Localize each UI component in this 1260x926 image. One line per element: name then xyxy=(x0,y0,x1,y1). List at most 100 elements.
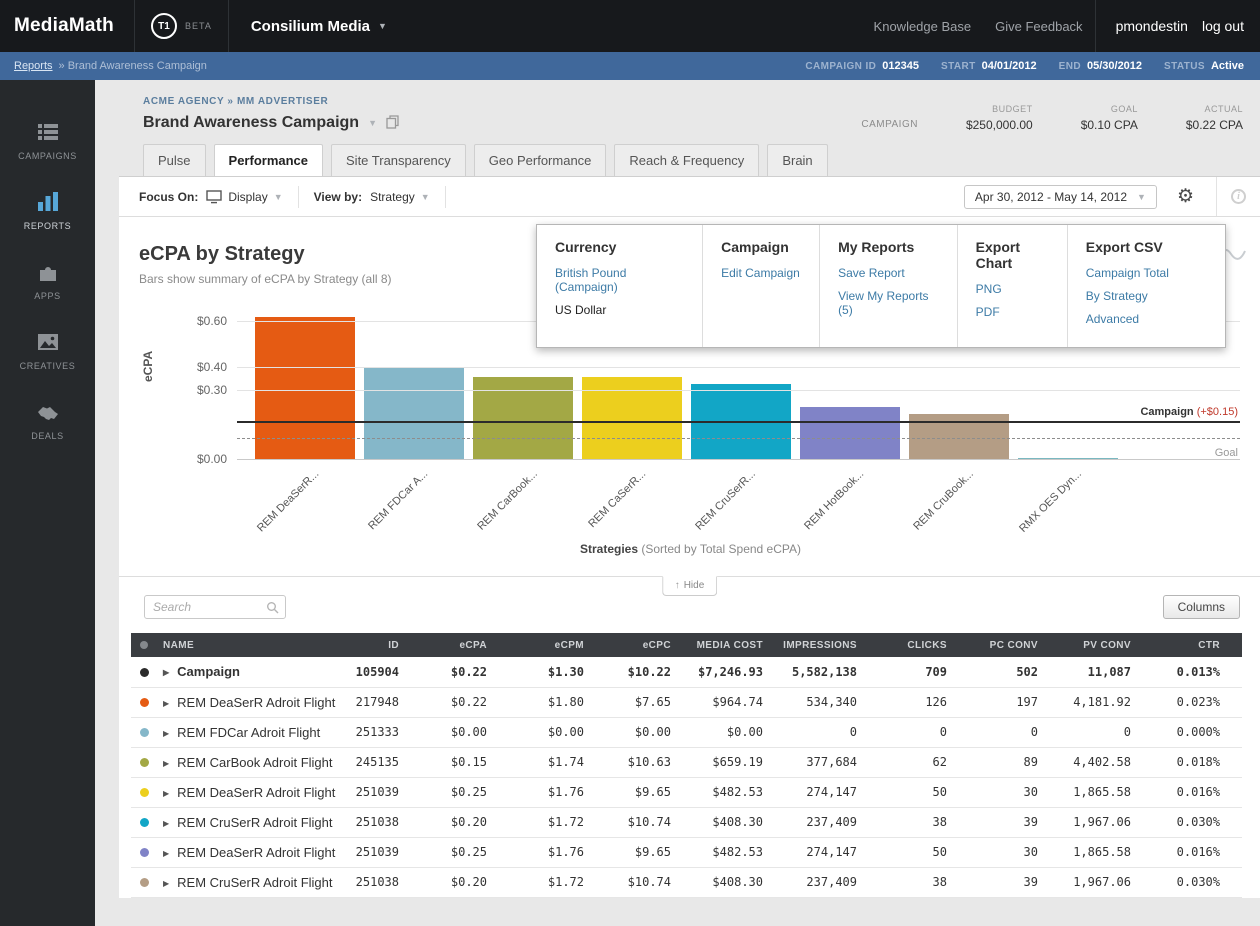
menu-item-view-my-reports-5[interactable]: View My Reports (5) xyxy=(838,289,939,317)
logout-link[interactable]: log out xyxy=(1202,18,1244,34)
menu-item-us-dollar[interactable]: US Dollar xyxy=(555,303,684,317)
series-color-dot-icon xyxy=(140,788,149,797)
sidebar-item-campaigns[interactable]: CAMPAIGNS xyxy=(0,106,95,176)
x-labels: REM DeaSerR...REM FDCar A...REM CarBook.… xyxy=(237,460,1240,540)
column-header-clicks[interactable]: CLICKS xyxy=(865,633,955,657)
row-name: ▶REM DeaSerR Adroit Flight xyxy=(157,687,347,717)
organization-dropdown[interactable]: Consilium Media ▼ xyxy=(229,18,409,35)
tab-reach-frequency[interactable]: Reach & Frequency xyxy=(614,144,759,176)
table-row-campaign[interactable]: ▶Campaign105904$0.22$1.30$10.22$7,246.93… xyxy=(131,657,1242,687)
beta-badge: BETA xyxy=(185,21,212,31)
column-header-ctr[interactable]: CTR xyxy=(1139,633,1242,657)
y-tick-label: $0.00 xyxy=(197,452,227,466)
expand-row-icon[interactable]: ▶ xyxy=(163,879,169,888)
display-monitor-icon xyxy=(206,190,222,204)
view-by-dropdown[interactable]: Strategy ▼ xyxy=(370,190,430,204)
tab-performance[interactable]: Performance xyxy=(214,144,323,176)
expand-row-icon[interactable]: ▶ xyxy=(163,759,169,768)
table-row-rem-carbook-adroit-flight[interactable]: ▶REM CarBook Adroit Flight245135$0.15$1.… xyxy=(131,747,1242,777)
cell-ecpm: $1.80 xyxy=(495,687,592,717)
menu-item-by-strategy[interactable]: By Strategy xyxy=(1086,289,1207,303)
bar-rem-fdcar-a[interactable] xyxy=(364,368,464,460)
focus-on-label: Focus On: xyxy=(139,190,198,204)
expand-row-icon[interactable]: ▶ xyxy=(163,729,169,738)
reference-line-label-campaign: Campaign (+$0.15) xyxy=(1140,406,1238,418)
menu-item-edit-campaign[interactable]: Edit Campaign xyxy=(721,266,801,280)
table-row-rem-deaserr-adroit-flight[interactable]: ▶REM DeaSerR Adroit Flight251039$0.25$1.… xyxy=(131,777,1242,807)
column-header-pv-conv[interactable]: PV CONV xyxy=(1046,633,1139,657)
menu-section-my-reports: My ReportsSave ReportView My Reports (5) xyxy=(819,225,957,347)
bar-rem-hotbook[interactable] xyxy=(800,407,900,460)
column-header-ecpc[interactable]: eCPC xyxy=(592,633,679,657)
search-input[interactable] xyxy=(144,595,286,619)
sidebar-item-apps[interactable]: APPS xyxy=(0,246,95,316)
x-axis-title-rest: (Sorted by Total Spend eCPA) xyxy=(641,542,801,556)
expand-row-icon[interactable]: ▶ xyxy=(163,789,169,798)
stat-value: $250,000.00 xyxy=(966,118,1033,132)
row-dot xyxy=(131,717,157,747)
menu-item-pdf[interactable]: PDF xyxy=(976,305,1049,319)
cell-id: 251038 xyxy=(347,807,407,837)
cell-ctr: 0.023% xyxy=(1139,687,1242,717)
cell-impressions: 274,147 xyxy=(771,837,865,867)
sidebar-item-deals[interactable]: DEALS xyxy=(0,386,95,456)
cell-media-cost: $7,246.93 xyxy=(679,657,771,687)
column-header-media-cost[interactable]: MEDIA COST xyxy=(679,633,771,657)
hide-chart-button[interactable]: ↑Hide xyxy=(662,576,718,596)
tab-brain[interactable]: Brain xyxy=(767,144,827,176)
column-header-name[interactable]: NAME xyxy=(157,633,347,657)
column-header-ecpa[interactable]: eCPA xyxy=(407,633,495,657)
sidebar-item-creatives[interactable]: CREATIVES xyxy=(0,316,95,386)
series-color-dot-icon xyxy=(140,818,149,827)
search-wrap xyxy=(144,595,286,619)
sidebar-item-reports[interactable]: REPORTS xyxy=(0,176,95,246)
menu-item-save-report[interactable]: Save Report xyxy=(838,266,939,280)
column-header-impressions[interactable]: IMPRESSIONS xyxy=(771,633,865,657)
campaigns-list-icon xyxy=(36,120,60,144)
username[interactable]: pmondestin xyxy=(1116,18,1188,34)
duplicate-icon[interactable] xyxy=(386,115,399,132)
y-axis-title: eCPA xyxy=(141,351,155,382)
series-color-dot-icon xyxy=(140,848,149,857)
date-range-dropdown[interactable]: Apr 30, 2012 - May 14, 2012 ▼ xyxy=(964,185,1157,209)
column-header-pc-conv[interactable]: PC CONV xyxy=(955,633,1046,657)
tab-site-transparency[interactable]: Site Transparency xyxy=(331,144,466,176)
legend-dot-icon xyxy=(140,641,148,649)
table-row-rem-deaserr-adroit-flight[interactable]: ▶REM DeaSerR Adroit Flight217948$0.22$1.… xyxy=(131,687,1242,717)
tab-geo-performance[interactable]: Geo Performance xyxy=(474,144,607,176)
menu-item-british-pound-campaign[interactable]: British Pound (Campaign) xyxy=(555,266,684,294)
menu-item-advanced[interactable]: Advanced xyxy=(1086,312,1207,326)
columns-button[interactable]: Columns xyxy=(1163,595,1240,619)
agency-breadcrumb: ACME AGENCY » MM ADVERTISER xyxy=(143,96,861,107)
table-row-rem-deaserr-adroit-flight[interactable]: ▶REM DeaSerR Adroit Flight251039$0.25$1.… xyxy=(131,837,1242,867)
cell-pv-conv: 11,087 xyxy=(1046,657,1139,687)
focus-on-dropdown[interactable]: Display ▼ xyxy=(228,190,282,204)
gear-icon[interactable]: ⚙ xyxy=(1177,187,1194,206)
cell-ecpc: $10.22 xyxy=(592,657,679,687)
expand-row-icon[interactable]: ▶ xyxy=(163,849,169,858)
status-badge: Active xyxy=(1211,60,1244,72)
menu-item-png[interactable]: PNG xyxy=(976,282,1049,296)
cell-ctr: 0.030% xyxy=(1139,807,1242,837)
expand-row-icon[interactable]: ▶ xyxy=(163,668,169,677)
expand-row-icon[interactable]: ▶ xyxy=(163,819,169,828)
info-icon[interactable]: i xyxy=(1231,189,1246,204)
table-row-rem-cruserr-adroit-flight[interactable]: ▶REM CruSerR Adroit Flight251038$0.20$1.… xyxy=(131,807,1242,837)
give-feedback-link[interactable]: Give Feedback xyxy=(983,19,1094,34)
chevron-down-icon[interactable]: ▼ xyxy=(368,118,377,128)
menu-item-campaign-total[interactable]: Campaign Total xyxy=(1086,266,1207,280)
campaign-type-label: CAMPAIGN xyxy=(861,119,918,132)
table-row-rem-cruserr-adroit-flight[interactable]: ▶REM CruSerR Adroit Flight251038$0.20$1.… xyxy=(131,867,1242,897)
menu-section-title: Campaign xyxy=(721,239,801,255)
cell-ecpc: $10.63 xyxy=(592,747,679,777)
table-row-rem-fdcar-adroit-flight[interactable]: ▶REM FDCar Adroit Flight251333$0.00$0.00… xyxy=(131,717,1242,747)
knowledge-base-link[interactable]: Knowledge Base xyxy=(862,19,984,34)
reports-breadcrumb-link[interactable]: Reports xyxy=(14,60,53,72)
campaign-stats-wrap: CAMPAIGN BUDGET$250,000.00GOAL$0.10 CPAA… xyxy=(861,104,1243,132)
cell-id: 217948 xyxy=(347,687,407,717)
column-header-ecpm[interactable]: eCPM xyxy=(495,633,592,657)
cell-pc-conv: 30 xyxy=(955,777,1046,807)
column-header-id[interactable]: ID xyxy=(347,633,407,657)
expand-row-icon[interactable]: ▶ xyxy=(163,699,169,708)
tab-pulse[interactable]: Pulse xyxy=(143,144,206,176)
